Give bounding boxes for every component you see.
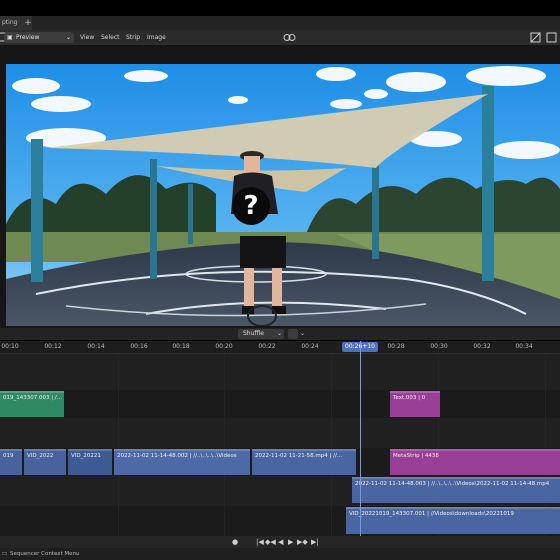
video-frame-image <box>6 64 560 326</box>
strip-label: VID_20221 <box>71 453 101 459</box>
ruler-tick: 00:22 <box>258 343 276 350</box>
grid-line <box>331 354 332 536</box>
chevron-down-icon: ⌄ <box>276 330 282 337</box>
add-workspace-button[interactable]: + <box>22 16 34 30</box>
movie-strip[interactable]: 2022-11-02 11-14-48.002 | //..\..\..\..\… <box>114 449 250 475</box>
status-bar: ▭ Sequencer Context Menu <box>0 548 560 560</box>
channel-3 <box>0 418 560 448</box>
strip-label: 2022-11-02 11-14-48.002 | //..\..\..\..\… <box>117 453 237 459</box>
chevron-down-icon: ⌄ <box>65 34 71 41</box>
text-strip[interactable]: Text.003 | 0 <box>390 391 440 417</box>
ruler-tick: 00:20 <box>215 343 233 350</box>
preview-frame[interactable]: ? <box>6 64 560 326</box>
ruler-tick: 00:10 <box>1 343 19 350</box>
movie-strip[interactable]: VID_2022 <box>24 449 66 475</box>
movie-strip[interactable]: 2022-11-02 11-14-48.003 | //..\..\..\..\… <box>352 477 560 503</box>
top-bar <box>0 0 560 16</box>
strip-label: 019 <box>3 453 14 459</box>
ruler-tick: 00:12 <box>44 343 62 350</box>
grid-line <box>224 354 225 536</box>
view-type-label: Preview <box>16 34 40 41</box>
jump-end-icon[interactable]: ▶| <box>311 538 319 546</box>
snap-icon[interactable] <box>282 30 298 45</box>
ruler-tick: 00:18 <box>172 343 190 350</box>
movie-strip[interactable]: 2022-11-02 11-21-58.mp4 | //... <box>252 449 356 475</box>
strip-label: 2022-11-02 11-21-58.mp4 | //... <box>255 453 343 459</box>
snapping-dropdown-icon[interactable]: ⌄ <box>300 329 305 339</box>
ruler-tick: 00:14 <box>87 343 105 350</box>
ruler-tick: 00:24 <box>301 343 319 350</box>
preview-icon: ▣ <box>7 34 13 41</box>
prev-keyframe-icon[interactable]: ◆◀ <box>265 538 276 546</box>
overlap-mode-label: Shuffle <box>243 330 264 337</box>
ruler-tick: 00:16 <box>130 343 148 350</box>
record-icon[interactable]: ● <box>232 538 238 546</box>
snapping-icon[interactable] <box>288 329 298 339</box>
workspace-tab-strip <box>0 16 560 30</box>
status-context-menu-hint: Sequencer Context Menu <box>10 551 80 557</box>
next-keyframe-icon[interactable]: ▶◆ <box>297 538 308 546</box>
gizmo-toggle-icon[interactable] <box>530 30 542 45</box>
strip-label: MetaStrip | 4438 <box>393 453 439 459</box>
movie-strip[interactable]: VID_20221 <box>68 449 112 475</box>
ruler-tick: 00:30 <box>430 343 448 350</box>
channel-1 <box>0 354 560 390</box>
overlay-toggle-icon[interactable] <box>546 30 558 45</box>
strip-label: VID_20221019_143307.001 | //Videos\downl… <box>349 511 514 517</box>
meta-strip[interactable]: MetaStrip | 4438 <box>390 449 560 475</box>
strip-label: Text.003 | 0 <box>393 395 426 401</box>
movie-strip[interactable]: 019_143307.003 | /... <box>0 391 64 417</box>
ruler-tick: 00:34 <box>515 343 533 350</box>
timeline-ruler[interactable]: 00:10 00:12 00:14 00:16 00:18 00:20 00:2… <box>0 341 560 354</box>
mouse-icon: ▭ <box>2 551 8 557</box>
ruler-tick: 00:32 <box>473 343 491 350</box>
strip-label: 019_143307.003 | /... <box>3 395 62 401</box>
menu-view[interactable]: View <box>80 30 94 45</box>
strip-label: VID_2022 <box>27 453 54 459</box>
strip-label: 2022-11-02 11-14-48.003 | //..\..\..\..\… <box>355 481 550 487</box>
question-mark-icon: ? <box>232 187 270 225</box>
movie-strip[interactable]: 019 <box>0 449 22 475</box>
jump-start-icon[interactable]: |◀ <box>256 538 264 546</box>
play-reverse-icon[interactable]: ◀ <box>278 538 283 546</box>
playhead-line[interactable] <box>360 341 361 536</box>
ruler-tick: 00:28 <box>387 343 405 350</box>
menu-image[interactable]: Image <box>147 30 166 45</box>
menu-strip[interactable]: Strip <box>126 30 140 45</box>
grid-line <box>118 354 119 536</box>
movie-strip[interactable]: VID_20221019_143307.001 | //Videos\downl… <box>346 507 560 534</box>
preview-toolbar: ▣ Preview ⌄ View Select Strip Image <box>0 30 560 46</box>
menu-select[interactable]: Select <box>101 30 120 45</box>
view-type-dropdown[interactable]: ▣ Preview ⌄ <box>4 32 74 43</box>
play-icon[interactable]: ▶ <box>288 538 293 546</box>
overlap-mode-dropdown[interactable]: Shuffle ⌄ <box>238 329 284 339</box>
